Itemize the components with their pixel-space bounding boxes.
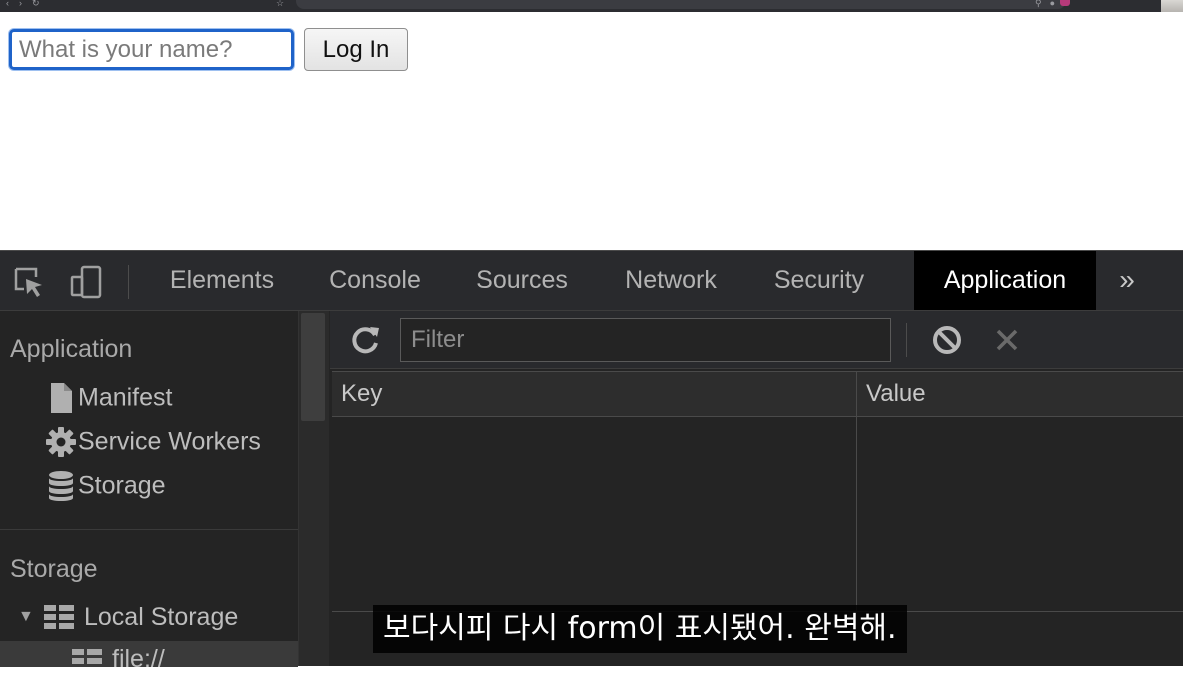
more-tabs-button[interactable]: » [1112, 251, 1142, 310]
profile-avatar[interactable] [1060, 0, 1070, 6]
expand-triangle-icon[interactable]: ▼ [18, 608, 44, 626]
sidebar-item-storage[interactable]: Storage [44, 469, 166, 505]
sidebar-item-label: Manifest [78, 383, 173, 412]
tab-application[interactable]: Application [914, 251, 1096, 310]
tab-sources[interactable]: Sources [458, 251, 586, 310]
filter-input[interactable] [400, 318, 891, 362]
sidebar-item-label: Service Workers [78, 427, 261, 456]
sidebar-item-local-storage[interactable]: ▼ Local Storage [18, 602, 238, 638]
tab-network[interactable]: Network [606, 251, 736, 310]
grid-icon [44, 605, 74, 630]
application-sidebar: Application Manifest Service Workers Sto… [0, 311, 329, 673]
devtools-toolbar: Elements Console Sources Network Securit… [0, 250, 1183, 311]
database-icon [49, 471, 73, 501]
tab-elements[interactable]: Elements [152, 251, 292, 310]
sidebar-item-file-origin[interactable]: file:// [0, 641, 298, 673]
browser-toolbar: ‹›↻ ☆ ⚲● [0, 0, 1183, 12]
key-value-table: Key Value [332, 371, 1183, 613]
web-page: Log In [0, 12, 1183, 250]
login-button[interactable]: Log In [304, 28, 408, 71]
tab-security[interactable]: Security [756, 251, 882, 310]
filter-bar-separator [906, 323, 907, 357]
sidebar-heading-application: Application [10, 335, 133, 363]
extension-icons[interactable]: ⚲● [1035, 0, 1063, 9]
sidebar-scrollbar[interactable] [298, 311, 329, 666]
column-divider[interactable] [856, 371, 857, 613]
name-input[interactable] [9, 29, 294, 70]
sidebar-item-label: Storage [78, 471, 166, 500]
file-icon [51, 383, 72, 413]
delete-selected-icon[interactable] [990, 323, 1024, 357]
sidebar-scrollbar-thumb[interactable] [301, 313, 325, 421]
column-header-key[interactable]: Key [332, 372, 856, 416]
tab-console[interactable]: Console [310, 251, 440, 310]
devtools-panel: Elements Console Sources Network Securit… [0, 250, 1183, 673]
storage-filter-bar [330, 311, 1183, 369]
device-toolbar-icon[interactable] [70, 265, 104, 299]
gear-icon [46, 427, 76, 457]
sidebar-divider [0, 529, 298, 530]
sidebar-item-label: Local Storage [84, 602, 239, 631]
video-subtitle: 보다시피 다시 form이 표시됐어. 완벽해. [373, 605, 907, 653]
column-header-value[interactable]: Value [857, 372, 1182, 416]
grid-icon [72, 649, 102, 664]
refresh-icon[interactable] [348, 323, 382, 357]
toolbar-separator [128, 265, 129, 299]
sidebar-heading-storage: Storage [10, 555, 98, 583]
sidebar-item-service-workers[interactable]: Service Workers [44, 425, 261, 461]
inspect-element-icon[interactable] [12, 265, 46, 299]
address-bar[interactable] [296, 0, 1066, 9]
table-header: Key Value [332, 371, 1183, 417]
sidebar-item-label: file:// [112, 645, 165, 673]
nav-icons[interactable]: ‹›↻ [6, 0, 50, 9]
clear-all-icon[interactable] [930, 323, 964, 357]
bookmark-icon[interactable]: ☆ [276, 0, 284, 9]
sidebar-item-manifest[interactable]: Manifest [44, 381, 172, 417]
